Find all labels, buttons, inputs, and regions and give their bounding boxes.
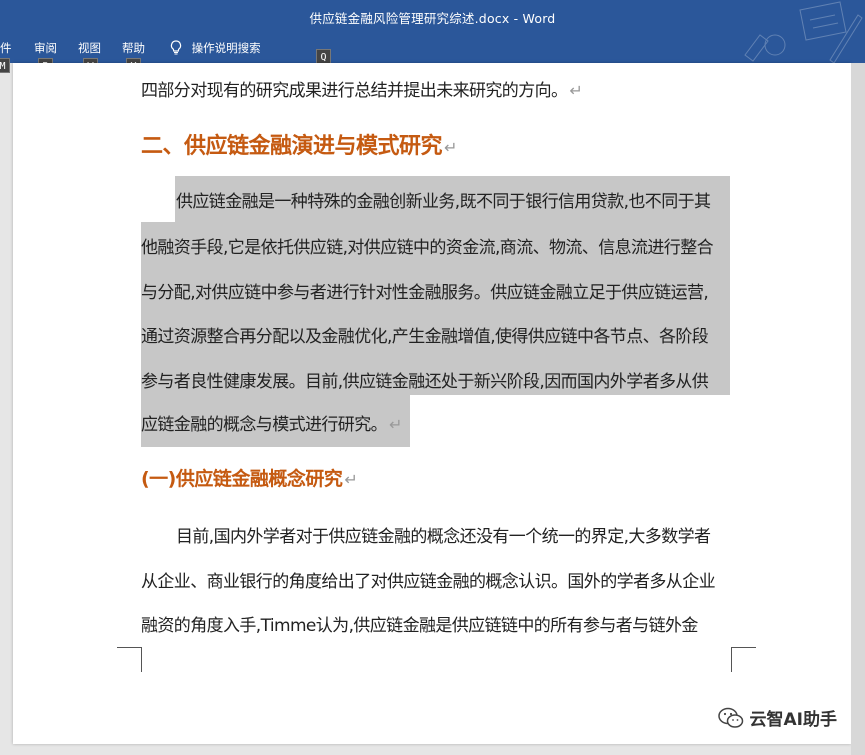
lightbulb-icon	[170, 40, 182, 55]
heading-2[interactable]: 二、供应链金融演进与模式研究 ↵	[141, 128, 457, 160]
body-line[interactable]: 四部分对现有的研究成果进行总结并提出未来研究的方向。 ↵	[141, 76, 583, 101]
tell-me-label: 操作说明搜索	[191, 41, 261, 55]
body-line[interactable]: 通过资源整合再分配以及金融优化,产生金融增值,使得供应链中各节点、各阶段	[141, 322, 709, 347]
window-title: 供应链金融风险管理研究综述.docx - Word	[309, 11, 556, 26]
paragraph-mark: ↵	[444, 138, 457, 157]
body-line[interactable]: 从企业、商业银行的角度给出了对供应链金融的概念认识。国外的学者多从企业	[141, 567, 716, 592]
body-line[interactable]: 应链金融的概念与模式进行研究。 ↵	[141, 410, 402, 435]
menu-review[interactable]: 审阅	[34, 40, 57, 56]
text-run: 四部分对现有的研究成果进行总结并提出未来研究的方向。	[141, 81, 568, 101]
scrollbar-track[interactable]	[851, 63, 865, 755]
heading-3-text: (一)供应链金融概念研究	[141, 468, 343, 490]
body-line[interactable]: 与分配,对供应链中参与者进行针对性金融服务。供应链金融立足于供应链运营,	[141, 278, 709, 303]
tell-me-search[interactable]: 操作说明搜索	[170, 40, 261, 56]
title-bar: 供应链金融风险管理研究综述.docx - Word 件 审阅 视图 帮助 操作说…	[0, 0, 865, 63]
heading-2-text: 二、供应链金融演进与模式研究	[141, 134, 443, 159]
body-line[interactable]: 融资的角度入手,Timme认为,供应链金融是供应链链中的所有参与者与链外金	[141, 611, 698, 636]
menu-file[interactable]: 件	[0, 40, 12, 56]
wechat-icon	[717, 707, 743, 728]
paragraph-mark: ↵	[344, 470, 358, 489]
menu-view[interactable]: 视图	[78, 40, 101, 56]
crop-mark	[117, 647, 142, 672]
heading-3[interactable]: (一)供应链金融概念研究 ↵	[141, 464, 358, 491]
body-line[interactable]: 供应链金融是一种特殊的金融创新业务,既不同于银行信用贷款,也不同于其	[176, 187, 711, 212]
body-line[interactable]: 他融资手段,它是依托供应链,对供应链中的资金流,商流、物流、信息流进行整合	[141, 233, 714, 258]
body-line[interactable]: 目前,国内外学者对于供应链金融的概念还没有一个统一的界定,大多数学者	[176, 522, 711, 547]
keytip-file: M	[0, 58, 10, 73]
document-page[interactable]	[13, 63, 851, 744]
watermark: 云智AI助手	[717, 705, 837, 730]
menu-help[interactable]: 帮助	[122, 40, 145, 56]
paragraph-mark: ↵	[569, 81, 583, 100]
crop-mark	[731, 647, 756, 672]
body-line[interactable]: 参与者良性健康发展。目前,供应链金融还处于新兴阶段,因而国内外学者多从供	[141, 367, 709, 392]
keytip-tell-me: Q	[316, 49, 331, 64]
text-run: 应链金融的概念与模式进行研究。	[141, 415, 388, 435]
watermark-text: 云智AI助手	[749, 710, 837, 730]
paragraph-mark: ↵	[389, 415, 402, 434]
